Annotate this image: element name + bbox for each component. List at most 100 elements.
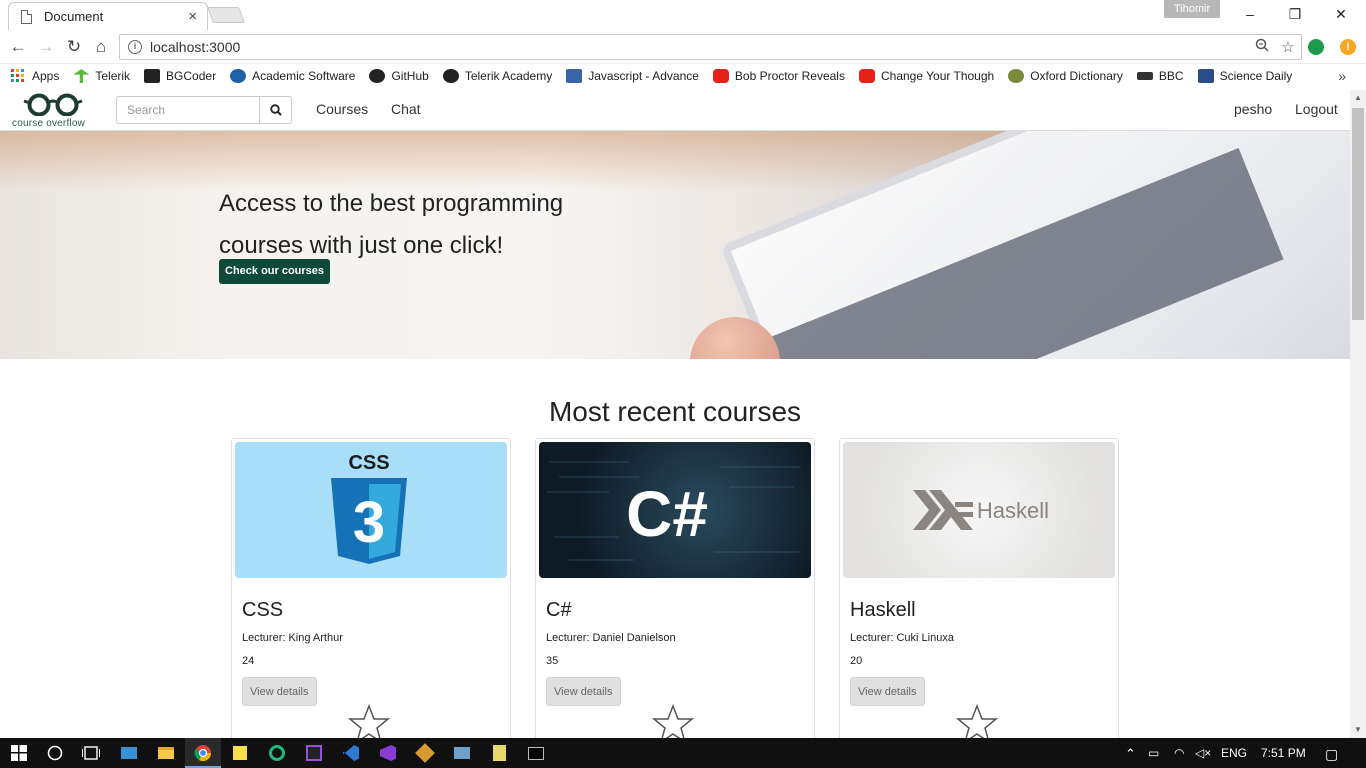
scroll-up-icon[interactable]: ▲	[1350, 90, 1366, 106]
user-profile-link[interactable]: pesho	[1234, 101, 1272, 117]
document-icon	[21, 9, 32, 24]
close-window-button[interactable]: ✕	[1318, 0, 1364, 28]
sticky-notes-icon[interactable]	[229, 742, 251, 764]
tools-app-icon[interactable]	[414, 742, 436, 764]
view-details-button[interactable]: View details	[546, 677, 621, 706]
bookmark-item[interactable]: BGCoder	[144, 69, 216, 83]
reload-button[interactable]: ↻	[63, 36, 85, 58]
nav-link-courses[interactable]: Courses	[316, 101, 368, 117]
bookmark-label: Science Daily	[1219, 69, 1293, 83]
cortana-icon[interactable]	[44, 742, 66, 764]
bookmark-item[interactable]: Change Your Though	[858, 69, 994, 83]
back-button[interactable]: ←	[7, 36, 29, 58]
command-prompt-icon[interactable]	[525, 742, 547, 764]
tab-close-icon[interactable]: ×	[188, 8, 197, 25]
minimize-button[interactable]: –	[1227, 0, 1273, 28]
tray-chevron-icon[interactable]: ⌃	[1125, 746, 1136, 762]
github-icon	[369, 69, 386, 83]
bookmark-item[interactable]: Apps	[10, 69, 59, 83]
course-name: CSS	[242, 599, 284, 621]
logout-link[interactable]: Logout	[1295, 101, 1338, 117]
bookmark-item[interactable]: Oxford Dictionary	[1008, 69, 1123, 83]
star-icon[interactable]	[956, 704, 998, 738]
bookmark-item[interactable]: Telerik	[73, 69, 130, 83]
svg-text:Haskell: Haskell	[977, 498, 1049, 523]
task-view-icon[interactable]	[80, 742, 102, 764]
forward-button[interactable]: →	[35, 36, 57, 58]
bookmark-star-icon[interactable]: ☆	[1275, 38, 1301, 56]
spotify-app-icon[interactable]	[266, 742, 288, 764]
telerik-icon	[73, 69, 90, 83]
logo-text: course overflow	[12, 118, 86, 129]
notifications-icon[interactable]: ▢	[1325, 746, 1338, 763]
bookmark-label: Telerik	[95, 69, 131, 83]
bookmark-item[interactable]: Javascript - Advance	[566, 69, 699, 83]
chrome-icon[interactable]	[192, 742, 214, 764]
desktop-app-icon[interactable]	[118, 742, 140, 764]
vscode-icon[interactable]	[340, 742, 362, 764]
hero-headline: Access to the best programming courses w…	[219, 190, 564, 259]
svg-text:3: 3	[353, 490, 385, 555]
windows-taskbar: ⌃ ▭ ◠ ◁× ENG 7:51 PM ▢	[0, 738, 1366, 768]
bgcoder-icon	[144, 69, 161, 83]
nav-link-chat[interactable]: Chat	[391, 101, 421, 117]
view-details-button[interactable]: View details	[850, 677, 925, 706]
bookmark-item[interactable]: BBC	[1136, 69, 1184, 83]
new-tab-button[interactable]	[207, 7, 245, 23]
webstorm-icon[interactable]	[303, 742, 325, 764]
course-thumbnail: C#	[539, 442, 811, 578]
course-card: Haskell Haskell Lecturer: Cuki Linuxa 20…	[839, 438, 1119, 738]
battery-icon[interactable]: ▭	[1148, 746, 1159, 760]
apps-grid-icon	[11, 69, 24, 82]
bookmark-label: BGCoder	[166, 69, 217, 83]
windows-start-icon[interactable]	[8, 742, 30, 764]
view-details-button[interactable]: View details	[242, 677, 317, 706]
home-button[interactable]: ⌂	[90, 36, 112, 58]
maximize-button[interactable]: ❐	[1272, 0, 1318, 28]
scroll-down-icon[interactable]: ▼	[1350, 722, 1366, 738]
star-icon[interactable]	[348, 704, 390, 738]
bookmark-label: Telerik Academy	[464, 69, 553, 83]
search-button[interactable]	[259, 96, 292, 124]
csharp-logo-icon: C#	[547, 461, 801, 561]
academic-software-icon	[230, 69, 247, 83]
search-icon	[269, 104, 282, 116]
bookmark-label: GitHub	[391, 69, 429, 83]
site-navbar: course overflow Courses Chat pesho Logou…	[0, 90, 1350, 131]
check-courses-button[interactable]: Check our courses	[219, 259, 331, 284]
bookmarks-overflow-icon[interactable]: »	[1338, 68, 1346, 84]
site-info-icon[interactable]: i	[128, 40, 142, 54]
notes-app-icon[interactable]	[488, 742, 510, 764]
zoom-icon[interactable]	[1249, 38, 1275, 56]
scrollbar-thumb[interactable]	[1352, 108, 1364, 320]
clock[interactable]: 7:51 PM	[1261, 746, 1306, 760]
bookmark-item[interactable]: Bob Proctor Reveals	[712, 69, 845, 83]
address-url[interactable]: localhost:3000	[150, 39, 1249, 55]
profile-name[interactable]: Tihomir	[1164, 0, 1220, 18]
bookmark-item[interactable]: GitHub	[369, 69, 429, 83]
browser-tab[interactable]: Document ×	[8, 2, 208, 30]
extension-alert-icon[interactable]: !	[1340, 39, 1356, 55]
site-logo[interactable]: course overflow	[12, 92, 94, 129]
page-scrollbar[interactable]: ▲ ▼	[1350, 90, 1366, 738]
browser-toolbar: ← → ↻ ⌂ i localhost:3000 ☆ !	[0, 30, 1366, 64]
photos-app-icon[interactable]	[451, 742, 473, 764]
bookmark-label: BBC	[1158, 69, 1184, 83]
address-bar[interactable]: i localhost:3000 ☆	[119, 34, 1302, 60]
file-explorer-icon[interactable]	[155, 742, 177, 764]
search-input[interactable]	[116, 96, 260, 124]
bookmark-label: Javascript - Advance	[588, 69, 699, 83]
volume-mute-icon[interactable]: ◁×	[1195, 746, 1211, 760]
bookmark-item[interactable]: Telerik Academy	[442, 69, 553, 83]
bookmark-item[interactable]: Science Daily	[1197, 69, 1293, 83]
wifi-icon[interactable]: ◠	[1174, 746, 1184, 760]
bookmark-item[interactable]: Academic Software	[230, 69, 355, 83]
course-thumbnail: Haskell	[843, 442, 1115, 578]
visual-studio-icon[interactable]	[377, 742, 399, 764]
course-name: Haskell	[850, 599, 916, 621]
star-icon[interactable]	[652, 704, 694, 738]
haskell-logo-icon: Haskell	[913, 490, 1049, 530]
language-indicator[interactable]: ENG	[1221, 746, 1247, 760]
extension-green-icon[interactable]	[1308, 39, 1324, 55]
bookmark-label: Oxford Dictionary	[1030, 69, 1123, 83]
